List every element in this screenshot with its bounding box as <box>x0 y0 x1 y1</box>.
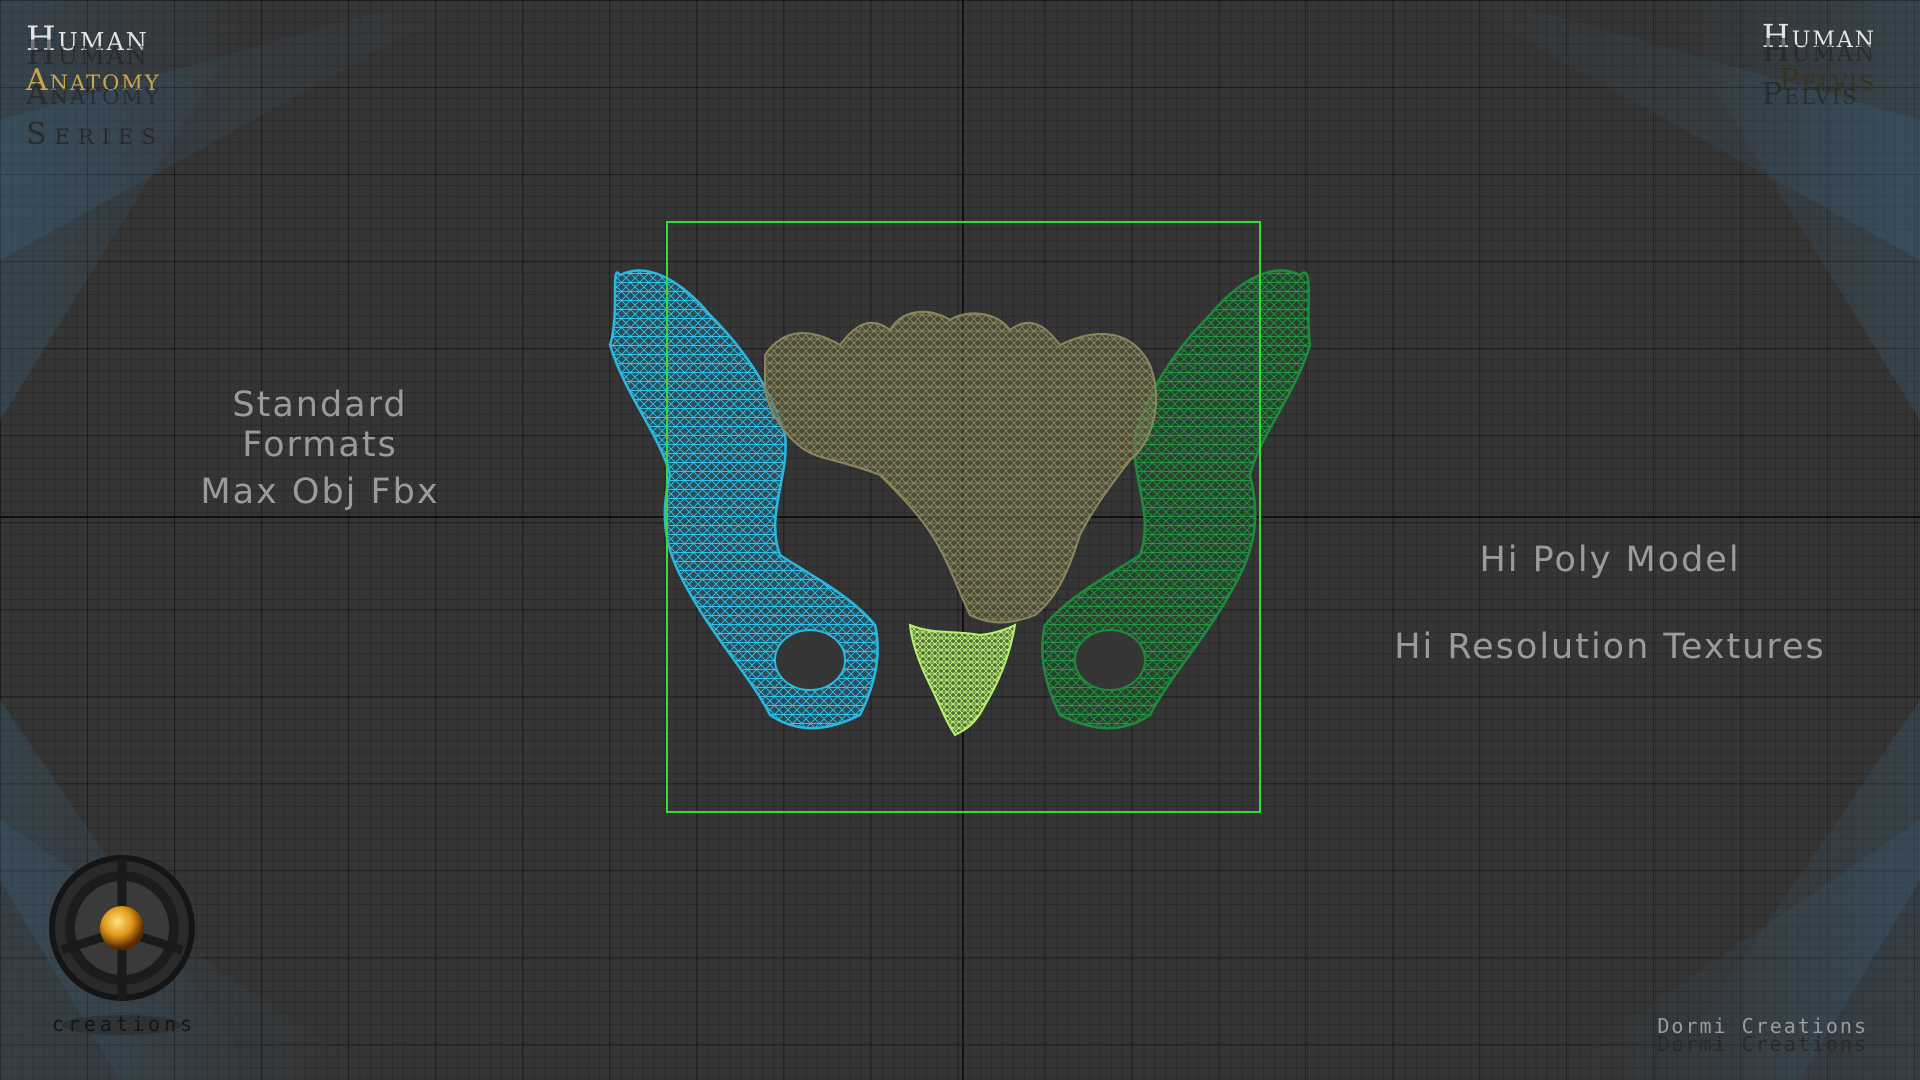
formats-list: Max Obj Fbx <box>200 472 440 512</box>
title-line-anatomy: Anatomy Anatomy <box>26 63 161 112</box>
formats-heading: Standard Formats <box>232 385 408 465</box>
model-title-human: Human Human <box>1761 17 1876 69</box>
series-title: Human Human Anatomy Anatomy Series <box>26 22 164 166</box>
model-title-pelvis: Pelvis Pelvis <box>1761 63 1876 112</box>
credit-text-reflection: Dormi Creations <box>1657 1032 1868 1056</box>
title-line-series: Series <box>26 117 164 152</box>
sacrum-bone[interactable] <box>764 310 1158 624</box>
model-title: Human Human Pelvis Pelvis <box>1762 20 1876 112</box>
hi-res-textures-label: Hi Resolution Textures <box>1394 627 1826 667</box>
logo-text: creations <box>51 1012 197 1036</box>
title-line-human: Human Human <box>26 19 149 73</box>
hi-poly-label: Hi Poly Model <box>1479 540 1741 580</box>
coccyx-bone[interactable] <box>908 623 1017 737</box>
pelvis-wireframe[interactable] <box>590 215 1330 895</box>
viewport[interactable]: Human Human Anatomy Anatomy Series Human… <box>0 0 1920 1080</box>
